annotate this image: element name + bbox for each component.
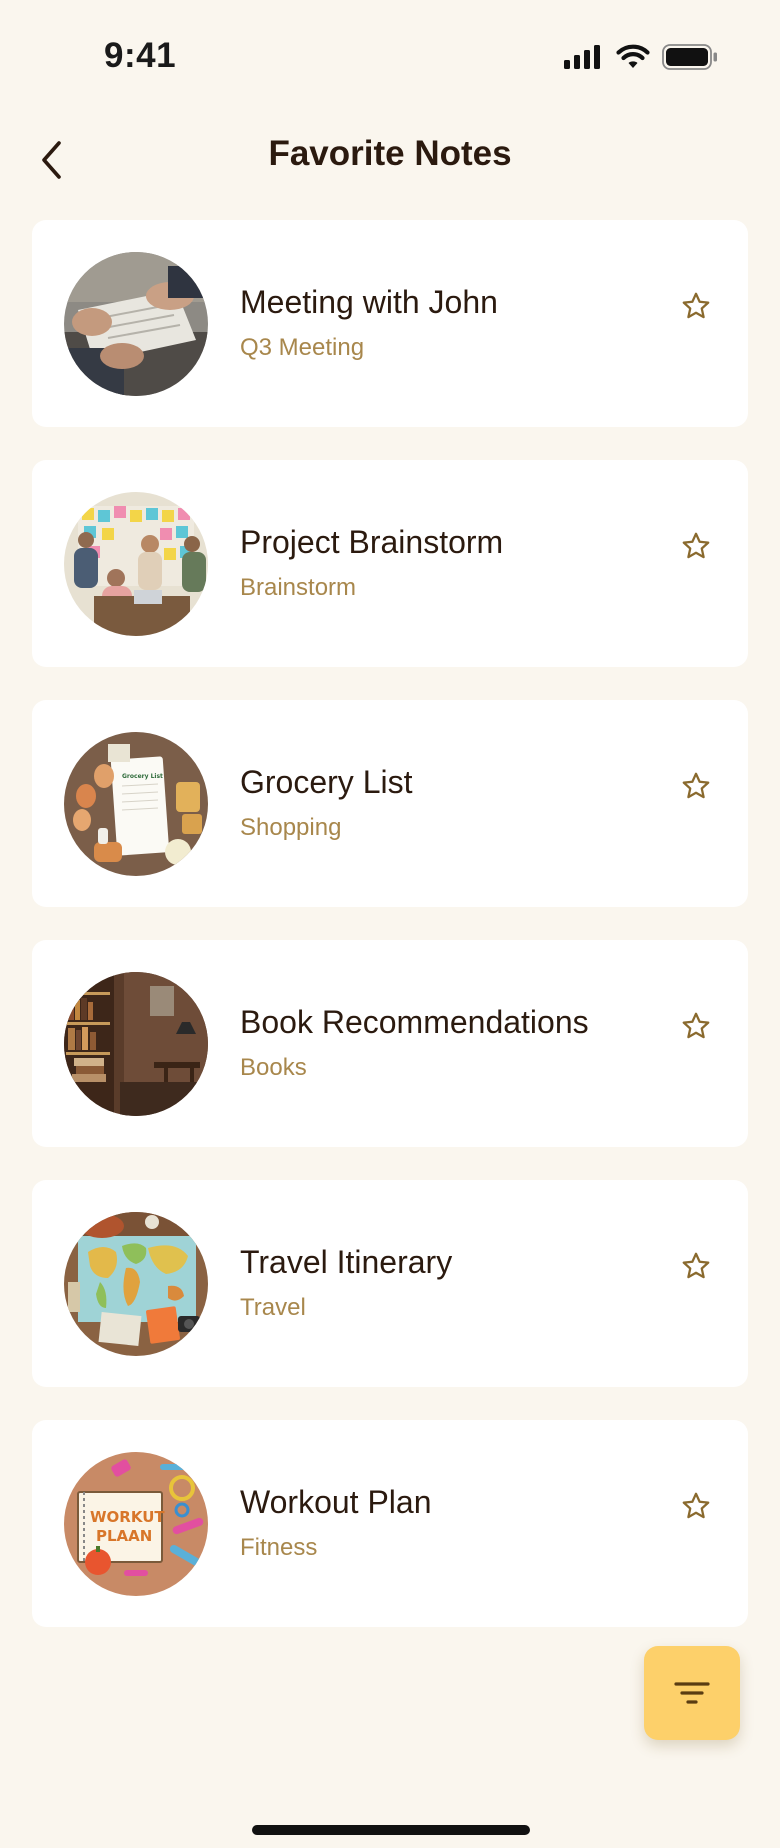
note-thumbnail-travel: [64, 1212, 208, 1356]
note-card[interactable]: Project Brainstorm Brainstorm: [32, 460, 748, 667]
wifi-icon: [616, 44, 650, 68]
note-subtitle: Shopping: [240, 814, 342, 841]
favorite-star-button[interactable]: [676, 286, 716, 326]
note-thumbnail-brainstorm: [64, 492, 208, 636]
star-outline-icon: [682, 1492, 710, 1519]
header: Favorite Notes: [0, 120, 780, 200]
note-title: Grocery List: [240, 764, 413, 800]
grocery-notebook-text: Grocery List: [122, 773, 163, 780]
star-outline-icon: [682, 1252, 710, 1279]
note-title: Book Recommendations: [240, 1004, 589, 1040]
workout-notebook-text-line2: PLAAN: [96, 1527, 152, 1545]
favorite-star-button[interactable]: [676, 526, 716, 566]
page-title: Favorite Notes: [268, 134, 512, 173]
status-bar: 9:41: [0, 0, 780, 110]
note-subtitle: Books: [240, 1054, 307, 1081]
filter-icon: [674, 1682, 710, 1704]
favorite-star-button[interactable]: [676, 1486, 716, 1526]
note-title: Travel Itinerary: [240, 1244, 453, 1280]
star-outline-icon: [682, 532, 710, 559]
favorite-star-button[interactable]: [676, 1006, 716, 1046]
note-title: Workout Plan: [240, 1484, 432, 1520]
note-thumbnail-meeting: [64, 252, 208, 396]
workout-notebook-text-line1: WORKUT: [90, 1508, 165, 1526]
favorite-star-button[interactable]: [676, 766, 716, 806]
note-card[interactable]: Book Recommendations Books: [32, 940, 748, 1147]
note-subtitle: Brainstorm: [240, 574, 357, 601]
status-time: 9:41: [104, 36, 177, 75]
note-card[interactable]: Meeting with John Q3 Meeting: [32, 220, 748, 427]
note-subtitle: Fitness: [240, 1534, 318, 1561]
star-outline-icon: [682, 1012, 710, 1039]
notes-list: Meeting with John Q3 Meeting Project Bra…: [32, 220, 748, 1660]
star-outline-icon: [682, 772, 710, 799]
note-subtitle: Q3 Meeting: [240, 334, 365, 361]
home-indicator: [252, 1825, 530, 1835]
filter-button[interactable]: [644, 1646, 740, 1740]
note-title: Project Brainstorm: [240, 524, 504, 560]
signal-icon: [564, 45, 600, 69]
note-card[interactable]: Grocery List Grocery List Shopping: [32, 700, 748, 907]
status-icons: [564, 44, 718, 70]
favorite-star-button[interactable]: [676, 1246, 716, 1286]
note-subtitle: Travel: [240, 1294, 306, 1321]
star-outline-icon: [682, 292, 710, 319]
note-card[interactable]: WORKUT PLAAN Workout Plan Fitness: [32, 1420, 748, 1627]
note-thumbnail-books: [64, 972, 208, 1116]
note-thumbnail-workout: WORKUT PLAAN: [64, 1452, 208, 1596]
battery-icon: [662, 44, 717, 70]
note-card[interactable]: Travel Itinerary Travel: [32, 1180, 748, 1387]
note-thumbnail-grocery: Grocery List: [64, 732, 208, 876]
note-title: Meeting with John: [240, 284, 498, 320]
